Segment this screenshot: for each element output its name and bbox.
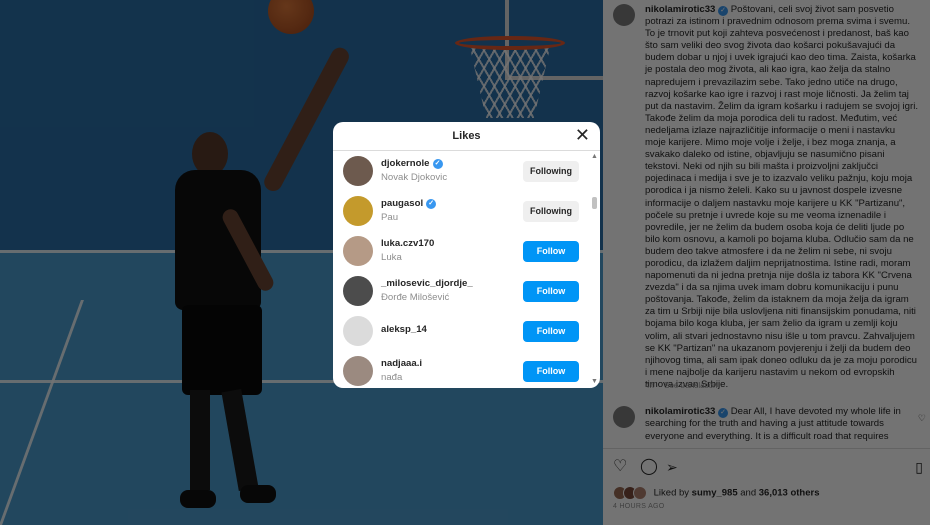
avatar[interactable] xyxy=(343,156,373,186)
full-name: nađa xyxy=(381,372,403,383)
list-item: djokernole ✓ Novak Djokovic Following xyxy=(333,151,591,191)
list-item: aleksp_14 Follow xyxy=(333,311,591,351)
follow-button[interactable]: Follow xyxy=(523,361,579,382)
scroll-thumb[interactable] xyxy=(592,197,597,209)
caption-meta: 4h See translation xyxy=(645,381,726,390)
comment-username[interactable]: nikolamirotic33 xyxy=(645,406,715,417)
verified-icon: ✓ xyxy=(432,158,443,169)
post-time-ago: 4 HOURS AGO xyxy=(613,503,665,510)
modal-title: Likes xyxy=(452,130,481,142)
follow-button[interactable]: Follow xyxy=(523,281,579,302)
avatar[interactable] xyxy=(343,196,373,226)
full-name: Luka xyxy=(381,252,402,263)
post-side-panel: nikolamirotic33 ✓ Poštovani, celi svoj ž… xyxy=(603,0,930,525)
liked-by-user[interactable]: sumy_985 xyxy=(692,488,738,499)
follow-button[interactable]: Follow xyxy=(523,321,579,342)
comment-icon[interactable]: ◯ xyxy=(640,458,658,476)
list-item: luka.czv170 Luka Follow xyxy=(333,231,591,271)
caption-username[interactable]: nikolamirotic33 xyxy=(645,4,715,15)
avatar[interactable] xyxy=(343,276,373,306)
modal-header: Likes ✕ xyxy=(333,122,600,151)
list-item: _milosevic_djordje_ Đorđe Milošević Foll… xyxy=(333,271,591,311)
close-icon[interactable]: ✕ xyxy=(575,126,590,144)
full-name: Đorđe Milošević xyxy=(381,292,450,303)
divider xyxy=(603,448,930,449)
liker-avatars xyxy=(613,486,647,500)
caption-text: nikolamirotic33 ✓ Poštovani, celi svoj ž… xyxy=(645,4,918,391)
scrollbar[interactable]: ▲ ▼ xyxy=(591,153,598,385)
heart-icon[interactable]: ♡ xyxy=(613,458,627,476)
list-item: nadjaaa.i nađa Follow xyxy=(333,351,591,388)
verified-icon: ✓ xyxy=(718,6,729,16)
scroll-down-icon[interactable]: ▼ xyxy=(591,378,598,385)
likes-list: djokernole ✓ Novak Djokovic Following pau… xyxy=(333,151,591,388)
verified-icon: ✓ xyxy=(718,408,729,418)
username[interactable]: djokernole xyxy=(381,158,430,169)
liked-by-and: and xyxy=(740,487,757,499)
username[interactable]: aleksp_14 xyxy=(381,324,427,335)
verified-icon: ✓ xyxy=(426,198,437,209)
list-item: paugasol ✓ Pau Following xyxy=(333,191,591,231)
liked-by: Liked by sumy_985 and 36,013 others xyxy=(613,486,820,500)
avatar[interactable] xyxy=(613,406,635,428)
post-actions: ♡ ◯ ➢ ▯ xyxy=(613,458,923,476)
caption-age: 4h xyxy=(645,381,654,390)
send-icon[interactable]: ➢ xyxy=(666,458,678,476)
comment-like-heart-icon[interactable]: ♡ xyxy=(918,413,926,424)
full-name: Novak Djokovic xyxy=(381,172,448,183)
liked-by-prefix: Liked by xyxy=(653,487,690,499)
likes-modal: Likes ✕ djokernole ✓ Novak Djokovic Follo… xyxy=(333,122,600,388)
comment: nikolamirotic33 ✓ Dear All, I have devot… xyxy=(613,406,918,443)
avatar[interactable] xyxy=(343,356,373,386)
caption: nikolamirotic33 ✓ Poštovani, celi svoj ž… xyxy=(613,4,918,391)
following-button[interactable]: Following xyxy=(523,161,579,182)
username[interactable]: nadjaaa.i xyxy=(381,358,422,369)
username[interactable]: luka.czv170 xyxy=(381,238,434,249)
comment-text: nikolamirotic33 ✓ Dear All, I have devot… xyxy=(645,406,918,443)
following-button[interactable]: Following xyxy=(523,201,579,222)
username[interactable]: paugasol xyxy=(381,198,423,209)
see-translation-link[interactable]: See translation xyxy=(664,381,717,390)
full-name: Pau xyxy=(381,212,399,223)
liked-by-count[interactable]: 36,013 others xyxy=(759,488,820,499)
bookmark-icon[interactable]: ▯ xyxy=(915,458,923,476)
scroll-up-icon[interactable]: ▲ xyxy=(591,153,598,160)
avatar[interactable] xyxy=(343,316,373,346)
caption-body: Poštovani, celi svoj život sam posvetio … xyxy=(645,4,918,390)
avatar[interactable] xyxy=(613,4,635,26)
username[interactable]: _milosevic_djordje_ xyxy=(381,278,473,289)
avatar[interactable] xyxy=(343,236,373,266)
follow-button[interactable]: Follow xyxy=(523,241,579,262)
